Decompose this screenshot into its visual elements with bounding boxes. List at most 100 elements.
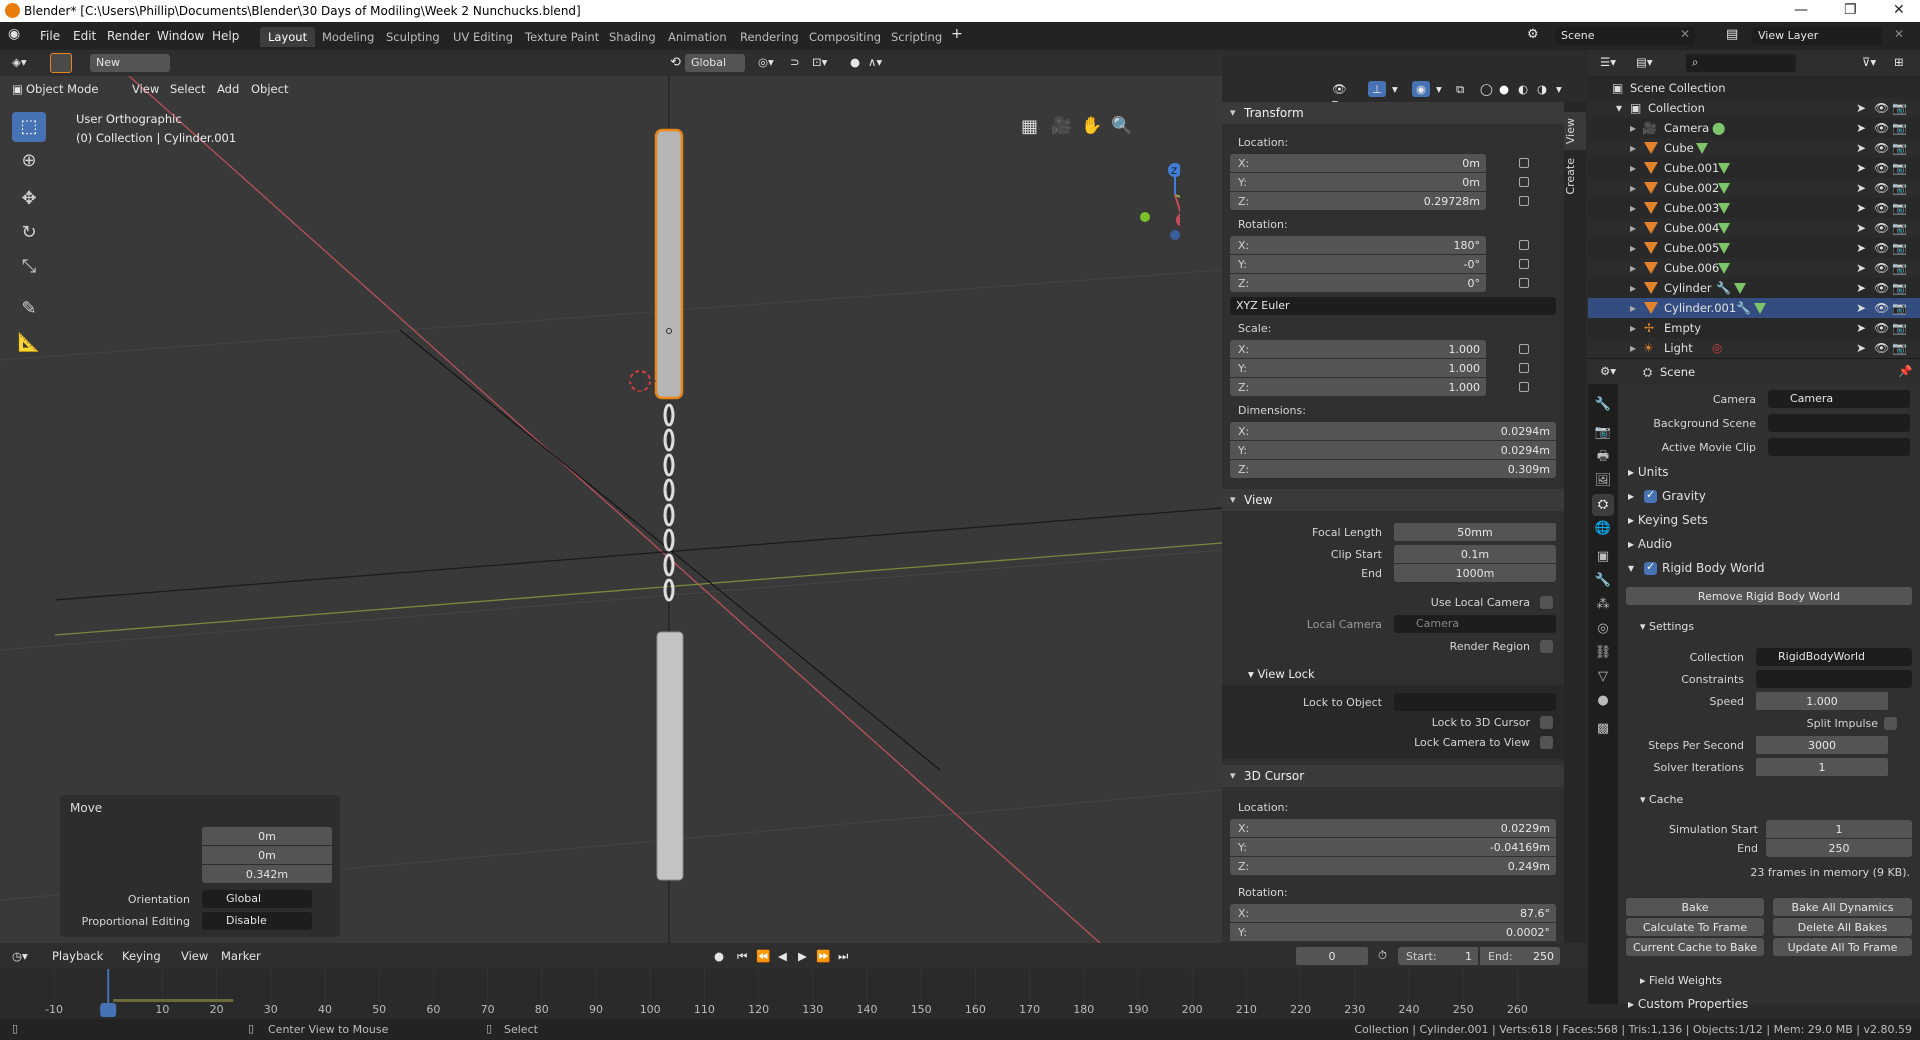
select-arrow-icon[interactable]: ➤	[1856, 121, 1866, 135]
play-icon[interactable]: ▶	[798, 949, 807, 963]
lock-icon[interactable]	[1519, 158, 1529, 168]
marker-menu[interactable]: Marker	[221, 949, 261, 963]
select-box-tool[interactable]: ⬚	[12, 112, 46, 142]
texture-tab-icon[interactable]: ▩	[1592, 718, 1614, 740]
camera-render-icon[interactable]: 📷	[1892, 281, 1907, 295]
data-tab-icon[interactable]: ▽	[1592, 666, 1614, 688]
local-camera-field[interactable]: Camera	[1394, 615, 1556, 633]
particles-tab-icon[interactable]: ⁂	[1592, 594, 1614, 616]
dimension-x-field[interactable]: X: 0.0294m	[1230, 422, 1556, 440]
blender-menu-icon[interactable]: ◉	[8, 26, 20, 42]
split-impulse-checkbox[interactable]	[1884, 717, 1897, 730]
lock-icon[interactable]	[1519, 344, 1529, 354]
tab-texture-paint[interactable]: Texture Paint	[517, 27, 607, 47]
proportional-edit-icon[interactable]: ●	[850, 55, 860, 69]
view-lock-subheader[interactable]: ▾ View Lock	[1248, 667, 1315, 681]
outliner-item[interactable]: ▸ Cube.001 ➤ 👁 📷	[1588, 158, 1920, 178]
use-local-camera-checkbox[interactable]	[1540, 596, 1553, 609]
solver-field[interactable]: 1	[1756, 758, 1888, 776]
scene-tab-icon[interactable]: ⛭	[1592, 494, 1614, 516]
outliner-scene-collection[interactable]: ▣ Scene Collection	[1588, 78, 1920, 98]
rbw-constraints-field[interactable]	[1756, 670, 1912, 688]
start-frame-field[interactable]: Start: 1	[1398, 947, 1478, 965]
camera-field[interactable]: Camera	[1768, 390, 1910, 408]
tab-scripting[interactable]: Scripting	[883, 27, 950, 47]
shading-dropdown-icon[interactable]: ▾	[1556, 82, 1562, 96]
lock-to-object-field[interactable]	[1394, 693, 1556, 711]
outliner-editor-type-icon[interactable]: ☰▾	[1600, 55, 1616, 69]
move-x-field[interactable]: 0m	[202, 827, 332, 845]
dimension-y-field[interactable]: Y: 0.0294m	[1230, 441, 1556, 459]
modifier-icon[interactable]: 🔧	[1716, 281, 1731, 295]
eye-icon[interactable]: 👁	[1874, 241, 1889, 255]
expand-icon[interactable]: ▸	[1630, 181, 1636, 195]
wireframe-shading-icon[interactable]: ◯	[1480, 82, 1493, 96]
camera-view-icon[interactable]: 🎥	[1051, 116, 1072, 136]
output-tab-icon[interactable]: 🖶	[1592, 446, 1614, 468]
mesh-data-icon[interactable]	[1718, 263, 1730, 274]
current-cache-to-bake-button[interactable]: Current Cache to Bake	[1626, 938, 1764, 956]
outliner-collection[interactable]: ▾ ▣ Collection ➤ 👁 📷	[1588, 98, 1920, 118]
lock-icon[interactable]	[1519, 240, 1529, 250]
play-reverse-icon[interactable]: ◀	[778, 949, 787, 963]
tab-uv-editing[interactable]: UV Editing	[445, 27, 521, 47]
lock-to-3d-cursor-checkbox[interactable]	[1540, 716, 1553, 729]
menu-file[interactable]: File	[40, 29, 60, 43]
lock-icon[interactable]	[1519, 259, 1529, 269]
background-scene-field[interactable]	[1768, 414, 1910, 432]
3d-cursor-panel-header[interactable]: 3D Cursor	[1222, 765, 1564, 787]
maximize-icon[interactable]: ❐	[1844, 2, 1857, 18]
scale-y-field[interactable]: Y: 1.000	[1230, 359, 1486, 377]
overlay-toggle-icon[interactable]: ◉	[1412, 81, 1431, 97]
mesh-data-icon[interactable]	[1718, 223, 1730, 234]
lock-icon[interactable]	[1519, 196, 1529, 206]
timeline[interactable]: -100102030405060708090100110120130140150…	[0, 969, 1588, 1019]
cursor-rotation-y-field[interactable]: Y: 0.0002°	[1230, 923, 1556, 941]
menu-render[interactable]: Render	[107, 29, 150, 43]
expand-icon[interactable]: ▸	[1630, 241, 1636, 255]
move-y-field[interactable]: 0m	[202, 846, 332, 864]
select-arrow-icon[interactable]: ➤	[1856, 321, 1866, 335]
add-workspace-icon[interactable]: +	[951, 26, 963, 42]
snap-icon[interactable]: ⊃	[790, 55, 800, 69]
solid-shading-icon[interactable]: ●	[1499, 82, 1509, 96]
eye-icon[interactable]: 👁	[1874, 121, 1889, 135]
select-arrow-icon[interactable]: ➤	[1856, 141, 1866, 155]
gravity-checkbox[interactable]	[1644, 488, 1657, 503]
eye-icon[interactable]: 👁	[1874, 321, 1889, 335]
viewport-menu-view[interactable]: View	[132, 82, 159, 96]
viewport-menu-select[interactable]: Select	[170, 82, 205, 96]
update-all-to-frame-button[interactable]: Update All To Frame	[1773, 938, 1912, 956]
view-layer-field[interactable]: View Layer	[1752, 27, 1882, 45]
camera-render-icon[interactable]: 📷	[1892, 141, 1907, 155]
eye-icon[interactable]: 👁	[1874, 221, 1889, 235]
minimize-icon[interactable]: —	[1794, 2, 1808, 18]
measure-tool[interactable]: 📐	[12, 328, 46, 358]
gizmo-dropdown-icon[interactable]: ▾	[1392, 82, 1398, 96]
view-panel-header[interactable]: View	[1222, 489, 1564, 511]
scene-close-icon[interactable]: ✕	[1680, 27, 1690, 41]
rotation-z-field[interactable]: Z: 0°	[1230, 274, 1486, 292]
custom-properties-panel[interactable]: ▸ Custom Properties	[1628, 997, 1748, 1011]
outliner-item[interactable]: ▸ ☀ Light ◎ ➤ 👁 📷	[1588, 338, 1920, 358]
tab-shading[interactable]: Shading	[601, 27, 664, 47]
expand-icon[interactable]: ▸	[1630, 281, 1636, 295]
material-tab-icon[interactable]: ●	[1592, 690, 1614, 712]
jump-end-icon[interactable]: ⏭	[838, 949, 848, 964]
object-mode-dropdown[interactable]: Object Mode	[26, 82, 98, 96]
outliner-item[interactable]: ▸ Cube.002 ➤ 👁 📷	[1588, 178, 1920, 198]
outliner-item[interactable]: ▸ Cube.004 ➤ 👁 📷	[1588, 218, 1920, 238]
select-box-icon[interactable]	[50, 53, 72, 73]
expand-icon[interactable]: ▸	[1630, 301, 1636, 315]
editor-type-icon[interactable]: ◈▾	[12, 55, 27, 69]
mesh-data-icon[interactable]	[1754, 303, 1766, 314]
physics-tab-icon[interactable]: ◎	[1592, 618, 1614, 640]
select-arrow-icon[interactable]: ➤	[1856, 261, 1866, 275]
constraints-tab-icon[interactable]: ⛓	[1592, 642, 1614, 664]
expand-icon[interactable]: ▾	[1616, 101, 1622, 115]
light-data-icon[interactable]: ◎	[1712, 341, 1722, 355]
world-tab-icon[interactable]: 🌐	[1592, 518, 1614, 540]
eye-icon[interactable]: 👁	[1874, 281, 1889, 295]
cursor-tool[interactable]: ⊕	[12, 146, 46, 176]
overlay-dropdown-icon[interactable]: ▾	[1436, 82, 1442, 96]
